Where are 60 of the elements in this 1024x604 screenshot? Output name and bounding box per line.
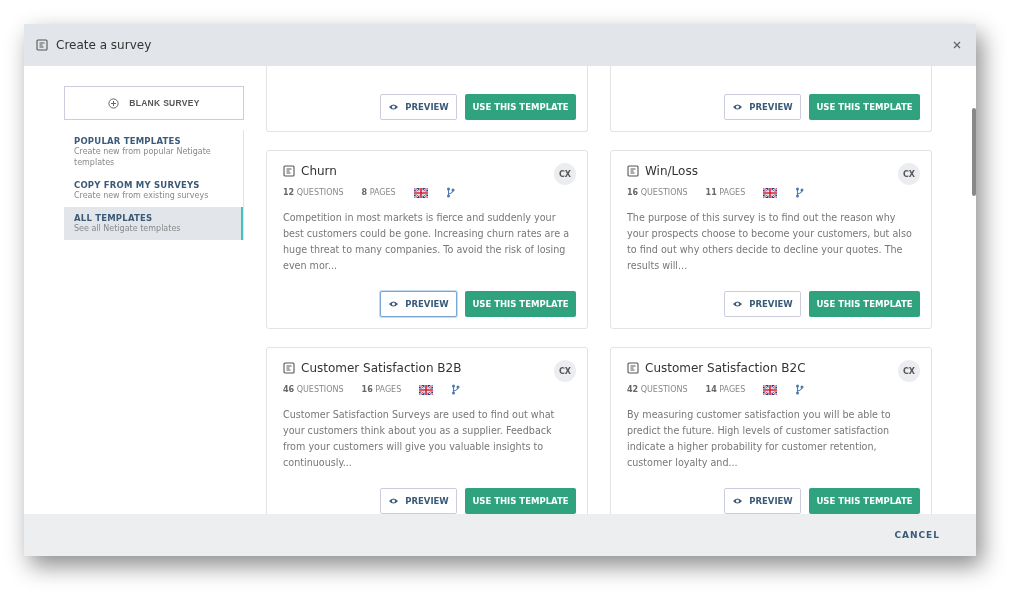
- template-title: Churn: [301, 164, 337, 178]
- page-count: 8 PAGES: [361, 188, 396, 197]
- branch-icon: [795, 384, 805, 395]
- flag-icon: [763, 187, 778, 198]
- document-icon: [283, 165, 295, 177]
- eye-icon: [388, 496, 400, 506]
- eye-icon: [388, 102, 400, 112]
- sidebar-item[interactable]: COPY FROM MY SURVEYS Create new from existing surveys: [64, 174, 243, 207]
- page-count: 11 PAGES: [705, 188, 746, 197]
- preview-button[interactable]: PREVIEW: [724, 94, 801, 120]
- question-count: 12 QUESTIONS: [283, 188, 344, 197]
- page-count: 16 PAGES: [361, 385, 402, 394]
- sidebar-item-subtitle: Create new from popular Netigate templates: [74, 146, 212, 168]
- scrollbar-thumb[interactable]: [972, 108, 976, 196]
- sidebar-item-title: COPY FROM MY SURVEYS: [74, 180, 201, 190]
- sidebar-item[interactable]: POPULAR TEMPLATES Create new from popular Netigate templates: [64, 130, 243, 174]
- category-badge: CX: [898, 360, 920, 382]
- template-description: By measuring customer satisfaction you will be able to predict the future. High levels of customer satisfaction indicate a higher probability for customer retention, customer loyalty and...: [627, 408, 892, 470]
- document-icon: [283, 362, 295, 374]
- question-count: 46 QUESTIONS: [283, 385, 344, 394]
- eye-icon: [732, 299, 744, 309]
- eye-icon: [732, 102, 744, 112]
- sidebar-item-title: ALL TEMPLATES: [74, 213, 154, 223]
- dialog-title: Create a survey: [56, 38, 153, 52]
- sidebar-item-title: POPULAR TEMPLATES: [74, 136, 182, 146]
- preview-button[interactable]: PREVIEW: [724, 291, 801, 317]
- cancel-button[interactable]: CANCEL: [888, 529, 946, 541]
- plus-circle-icon: [108, 97, 120, 109]
- preview-button[interactable]: PREVIEW: [724, 488, 801, 514]
- eye-icon: [388, 299, 400, 309]
- category-badge: CX: [554, 360, 576, 382]
- blank-survey-button[interactable]: BLANK SURVEY: [64, 86, 244, 120]
- template-title: Customer Satisfaction B2B: [301, 361, 462, 375]
- page-count: 14 PAGES: [705, 385, 746, 394]
- close-icon: [952, 40, 962, 50]
- category-badge: CX: [554, 163, 576, 185]
- preview-button[interactable]: PREVIEW: [380, 94, 457, 120]
- template-title: Customer Satisfaction B2C: [645, 361, 806, 375]
- template-title: Win/Loss: [645, 164, 698, 178]
- category-badge: CX: [898, 163, 920, 185]
- document-icon: [36, 39, 48, 51]
- template-description: The purpose of this survey is to find out the reason why your prospects choose to become your customers, but also to find out why others decide to decline your quotes. The results will...: [627, 211, 913, 273]
- flag-icon: [763, 384, 778, 395]
- flag-icon: [413, 187, 428, 198]
- eye-icon: [732, 496, 744, 506]
- branch-icon: [795, 187, 805, 198]
- sidebar-item-subtitle: See all Netigate templates: [74, 223, 182, 234]
- document-icon: [627, 362, 639, 374]
- sidebar-item-subtitle: Create new from existing surveys: [74, 190, 210, 201]
- question-count: 16 QUESTIONS: [627, 188, 688, 197]
- question-count: 42 QUESTIONS: [627, 385, 688, 394]
- flag-icon: [419, 384, 434, 395]
- document-icon: [627, 165, 639, 177]
- branch-icon: [445, 187, 455, 198]
- template-description: Customer Satisfaction Surveys are used to find out what your customers think about you as a supplier. Feedback from your customers will give you valuable insights to continuously...: [283, 408, 556, 470]
- preview-button[interactable]: PREVIEW: [380, 291, 457, 317]
- sidebar-item[interactable]: ALL TEMPLATES See all Netigate templates: [64, 207, 243, 240]
- branch-icon: [451, 384, 461, 395]
- preview-button[interactable]: PREVIEW: [380, 488, 457, 514]
- template-description: Competition in most markets is fierce and suddenly your best customers could be gone. Increasing churn rates are a huge threat to many companies. To avoid the risk of losing even mor...: [283, 211, 571, 273]
